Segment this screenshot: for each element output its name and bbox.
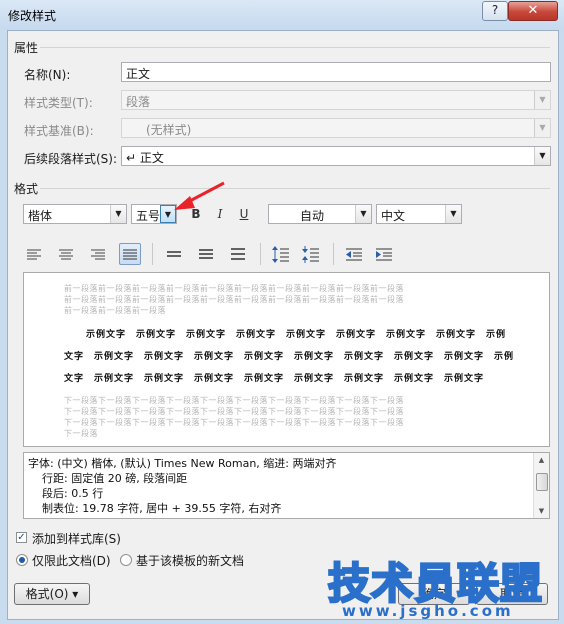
description-line: 段后: 0.5 行 [42,487,104,500]
decrease-indent-icon [346,248,362,261]
align-right-button[interactable] [87,243,109,265]
chevron-down-icon: ▼ [110,205,126,223]
name-label: 名称(N): [24,68,71,82]
style-type-select[interactable]: 段落 ▼ [121,90,551,110]
preview-next-paragraph: 下一段落 [64,429,98,438]
font-value: 楷体 [28,209,53,223]
style-based-label: 样式基准(B): [24,124,94,138]
close-button[interactable]: ✕ [508,1,558,21]
style-description-box[interactable]: 字体: (中文) 楷体, (默认) Times New Roman, 缩进: 两… [23,452,550,519]
description-line: 字体: (中文) 楷体, (默认) Times New Roman, 缩进: 两… [28,457,337,470]
scroll-up-icon[interactable]: ▲ [534,453,549,467]
next-style-value: ↵ 正文 [126,151,164,165]
decrease-indent-button[interactable] [343,243,365,265]
script-select[interactable]: 中文 ▼ [376,204,462,224]
preview-sample-text: 文字 示例文字 示例文字 示例文字 示例文字 示例文字 示例文字 示例文字 示例… [64,374,485,384]
new-documents-template-label[interactable]: 基于该模板的新文档 [136,552,244,569]
single-spacing-button[interactable] [163,243,185,265]
font-color-value: 自动 [299,209,324,223]
style-based-value: (无样式) [146,123,192,137]
increase-indent-icon [376,248,392,261]
line-spacing-single-icon [167,251,181,257]
add-to-gallery-checkbox[interactable]: ✓ [16,532,27,543]
preview-previous-paragraph: 前一段落前一段落前一段落前一段落前一段落前一段落前一段落前一段落前一段落前一段落 [64,284,404,293]
align-left-button[interactable] [23,243,45,265]
script-value: 中文 [381,209,406,223]
font-color-select[interactable]: 自动 ▼ [268,204,372,224]
description-line: 行距: 固定值 20 磅, 段落间距 [42,472,188,485]
align-justify-icon [123,249,137,260]
align-center-button[interactable] [55,243,77,265]
increase-indent-button[interactable] [373,243,395,265]
name-input[interactable]: 正文 [121,62,551,82]
underline-button[interactable]: U [234,204,254,224]
format-divider [40,188,550,189]
description-scrollbar[interactable]: ▲ ▼ [533,453,549,518]
scroll-down-icon[interactable]: ▼ [534,504,549,518]
chevron-down-icon: ▼ [355,205,371,223]
increase-paragraph-spacing-icon [272,246,289,263]
one-half-spacing-button[interactable] [195,243,217,265]
toolbar-separator [260,243,261,265]
next-style-select[interactable]: ↵ 正文 ▼ [121,146,551,166]
new-documents-template-radio[interactable] [120,554,132,566]
watermark-url: www.jsgho.com [342,602,514,620]
double-spacing-button[interactable] [227,243,249,265]
preview-sample-text: 示例文字 示例文字 示例文字 示例文字 示例文字 示例文字 示例文字 示例文字 … [86,330,507,340]
decrease-paragraph-spacing-icon [302,246,319,263]
preview-previous-paragraph: 前一段落前一段落前一段落 [64,306,166,315]
style-type-label: 样式类型(T): [24,96,93,110]
line-spacing-double-icon [231,248,245,260]
scroll-thumb[interactable] [536,473,548,491]
title-bar: 修改样式 ? ✕ [0,0,564,30]
line-spacing-1-5-icon [199,249,213,259]
preview-sample-text: 文字 示例文字 示例文字 示例文字 示例文字 示例文字 示例文字 示例文字 示例… [64,352,515,362]
chevron-down-icon: ▼ [534,91,550,109]
font-select[interactable]: 楷体 ▼ [23,204,127,224]
chevron-down-icon: ▼ [534,119,550,137]
preview-next-paragraph: 下一段落下一段落下一段落下一段落下一段落下一段落下一段落下一段落下一段落下一段落 [64,418,404,427]
add-to-gallery-label[interactable]: 添加到样式库(S) [32,530,121,547]
window-title: 修改样式 [8,9,57,23]
help-button[interactable]: ? [482,1,508,21]
annotation-arrow-icon [174,181,225,210]
size-value: 五号 [136,209,161,223]
align-center-icon [59,249,73,260]
dialog-body: 属性 名称(N): 正文 样式类型(T): 段落 ▼ 样式基准(B): (无样式… [7,30,559,620]
style-preview-pane: 前一段落前一段落前一段落前一段落前一段落前一段落前一段落前一段落前一段落前一段落… [23,272,550,447]
properties-section-title: 属性 [14,41,39,55]
align-right-icon [91,249,105,260]
chevron-down-icon: ▼ [534,147,550,165]
properties-divider [40,47,550,48]
preview-next-paragraph: 下一段落下一段落下一段落下一段落下一段落下一段落下一段落下一段落下一段落下一段落 [64,396,404,405]
next-style-label: 后续段落样式(S): [24,152,118,166]
description-line: 制表位: 19.78 字符, 居中 + 39.55 字符, 右对齐 [42,502,282,515]
this-document-only-label[interactable]: 仅限此文档(D) [32,552,111,569]
format-section-title: 格式 [14,182,39,196]
align-justify-button[interactable] [119,243,141,265]
this-document-only-radio[interactable] [16,554,28,566]
toolbar-separator [333,243,334,265]
chevron-down-icon: ▼ [445,205,461,223]
toolbar-separator [152,243,153,265]
increase-spacing-button[interactable] [270,243,292,265]
preview-next-paragraph: 下一段落下一段落下一段落下一段落下一段落下一段落下一段落下一段落下一段落下一段落 [64,407,404,416]
style-type-value: 段落 [126,95,151,109]
style-based-select[interactable]: (无样式) ▼ [121,118,551,138]
decrease-spacing-button[interactable] [300,243,322,265]
preview-previous-paragraph: 前一段落前一段落前一段落前一段落前一段落前一段落前一段落前一段落前一段落前一段落 [64,295,404,304]
align-left-icon [27,249,41,260]
format-menu-button[interactable]: 格式(O) ▾ [14,583,90,605]
